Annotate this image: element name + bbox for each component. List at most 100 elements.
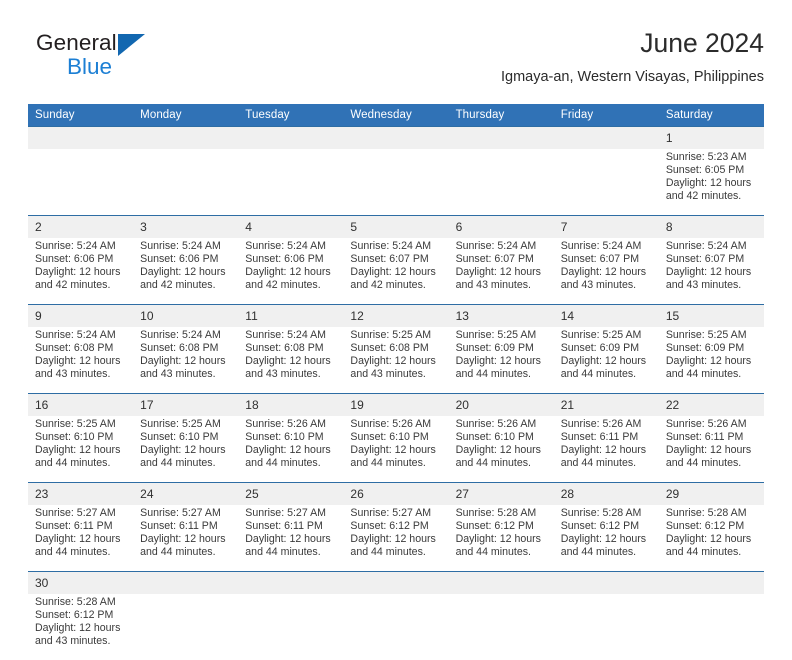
day-cell-details: Sunrise: 5:27 AMSunset: 6:11 PMDaylight:… [28, 505, 133, 572]
day-detail-line: Daylight: 12 hours [456, 355, 548, 368]
day-detail-line: Daylight: 12 hours [561, 266, 653, 279]
day-detail-line: Sunrise: 5:24 AM [140, 240, 232, 253]
day-number[interactable]: 26 [343, 483, 448, 506]
day-number[interactable]: 23 [28, 483, 133, 506]
day-number[interactable]: 6 [449, 216, 554, 239]
blue-triangle-flag-icon [118, 34, 145, 56]
day-detail-line: Sunset: 6:09 PM [666, 342, 758, 355]
day-number-row: 16171819202122 [28, 394, 764, 417]
day-detail-line: Daylight: 12 hours [245, 533, 337, 546]
day-number[interactable]: 30 [28, 572, 133, 595]
day-detail-line: Sunrise: 5:28 AM [561, 507, 653, 520]
day-detail-line: Daylight: 12 hours [140, 533, 232, 546]
day-number-empty [449, 572, 554, 595]
day-detail-line: and 43 minutes. [35, 368, 127, 381]
day-number[interactable]: 19 [343, 394, 448, 417]
day-number[interactable]: 24 [133, 483, 238, 506]
day-detail-line: Sunrise: 5:26 AM [666, 418, 758, 431]
day-number[interactable]: 10 [133, 305, 238, 328]
day-detail-line: Sunrise: 5:24 AM [456, 240, 548, 253]
day-detail-line: and 44 minutes. [666, 457, 758, 470]
day-detail-line: Daylight: 12 hours [350, 444, 442, 457]
day-cell-details: Sunrise: 5:27 AMSunset: 6:11 PMDaylight:… [238, 505, 343, 572]
day-detail-line: Sunset: 6:06 PM [35, 253, 127, 266]
day-detail-line: Sunrise: 5:26 AM [561, 418, 653, 431]
day-detail-line: Daylight: 12 hours [350, 533, 442, 546]
logo-text-blue: Blue [67, 54, 112, 80]
day-info-row: Sunrise: 5:24 AMSunset: 6:06 PMDaylight:… [28, 238, 764, 305]
day-number[interactable]: 12 [343, 305, 448, 328]
day-detail-line: Sunset: 6:07 PM [456, 253, 548, 266]
day-number[interactable]: 7 [554, 216, 659, 239]
day-detail-line: Daylight: 12 hours [35, 444, 127, 457]
day-number[interactable]: 18 [238, 394, 343, 417]
day-cell-details: Sunrise: 5:24 AMSunset: 6:08 PMDaylight:… [28, 327, 133, 394]
day-detail-line: Sunrise: 5:25 AM [561, 329, 653, 342]
day-detail-line: and 44 minutes. [561, 457, 653, 470]
day-detail-line: and 43 minutes. [245, 368, 337, 381]
day-cell-details: Sunrise: 5:28 AMSunset: 6:12 PMDaylight:… [449, 505, 554, 572]
day-number[interactable]: 15 [659, 305, 764, 328]
day-cell-empty [659, 594, 764, 660]
day-detail-line: Sunset: 6:06 PM [245, 253, 337, 266]
day-number[interactable]: 21 [554, 394, 659, 417]
day-number[interactable]: 14 [554, 305, 659, 328]
day-number-empty [238, 127, 343, 150]
day-number[interactable]: 11 [238, 305, 343, 328]
day-detail-line: Sunset: 6:12 PM [666, 520, 758, 533]
day-cell-details: Sunrise: 5:24 AMSunset: 6:07 PMDaylight:… [449, 238, 554, 305]
day-detail-line: and 43 minutes. [350, 368, 442, 381]
day-detail-line: Daylight: 12 hours [666, 533, 758, 546]
day-detail-line: Daylight: 12 hours [245, 355, 337, 368]
day-detail-line: Sunset: 6:11 PM [35, 520, 127, 533]
day-number[interactable]: 8 [659, 216, 764, 239]
day-detail-line: Sunrise: 5:24 AM [666, 240, 758, 253]
day-number[interactable]: 5 [343, 216, 448, 239]
day-number[interactable]: 27 [449, 483, 554, 506]
day-cell-details: Sunrise: 5:25 AMSunset: 6:08 PMDaylight:… [343, 327, 448, 394]
day-detail-line: Daylight: 12 hours [35, 355, 127, 368]
day-cell-details: Sunrise: 5:24 AMSunset: 6:08 PMDaylight:… [238, 327, 343, 394]
day-number[interactable]: 20 [449, 394, 554, 417]
day-detail-line: Daylight: 12 hours [456, 533, 548, 546]
day-detail-line: Sunset: 6:07 PM [350, 253, 442, 266]
day-number[interactable]: 13 [449, 305, 554, 328]
day-number[interactable]: 9 [28, 305, 133, 328]
day-number[interactable]: 29 [659, 483, 764, 506]
day-detail-line: Sunset: 6:11 PM [140, 520, 232, 533]
page-subtitle: Igmaya-an, Western Visayas, Philippines [501, 66, 764, 88]
day-number[interactable]: 17 [133, 394, 238, 417]
day-detail-line: and 42 minutes. [350, 279, 442, 292]
day-detail-line: and 44 minutes. [456, 368, 548, 381]
day-number-row: 23242526272829 [28, 483, 764, 506]
day-detail-line: Daylight: 12 hours [561, 533, 653, 546]
day-info-row: Sunrise: 5:25 AMSunset: 6:10 PMDaylight:… [28, 416, 764, 483]
day-number-empty [133, 572, 238, 595]
day-number[interactable]: 4 [238, 216, 343, 239]
day-number[interactable]: 25 [238, 483, 343, 506]
day-cell-details: Sunrise: 5:24 AMSunset: 6:06 PMDaylight:… [238, 238, 343, 305]
general-blue-logo[interactable]: General Blue [36, 30, 216, 90]
day-detail-line: Sunset: 6:10 PM [140, 431, 232, 444]
day-detail-line: Sunrise: 5:25 AM [35, 418, 127, 431]
day-number[interactable]: 16 [28, 394, 133, 417]
day-number[interactable]: 28 [554, 483, 659, 506]
weekday-header-friday: Friday [554, 104, 659, 127]
day-detail-line: Daylight: 12 hours [35, 533, 127, 546]
weekday-header-sunday: Sunday [28, 104, 133, 127]
day-detail-line: Daylight: 12 hours [245, 266, 337, 279]
day-cell-details: Sunrise: 5:23 AMSunset: 6:05 PMDaylight:… [659, 149, 764, 216]
day-detail-line: Sunset: 6:12 PM [350, 520, 442, 533]
day-number[interactable]: 3 [133, 216, 238, 239]
day-detail-line: Sunrise: 5:27 AM [140, 507, 232, 520]
day-cell-empty [554, 149, 659, 216]
day-number[interactable]: 2 [28, 216, 133, 239]
day-number[interactable]: 1 [659, 127, 764, 150]
title-block: June 2024 Igmaya-an, Western Visayas, Ph… [501, 26, 764, 88]
day-detail-line: Sunset: 6:10 PM [35, 431, 127, 444]
day-number[interactable]: 22 [659, 394, 764, 417]
day-cell-empty [133, 594, 238, 660]
day-detail-line: Daylight: 12 hours [350, 266, 442, 279]
day-detail-line: Sunrise: 5:24 AM [350, 240, 442, 253]
day-detail-line: Sunrise: 5:27 AM [35, 507, 127, 520]
